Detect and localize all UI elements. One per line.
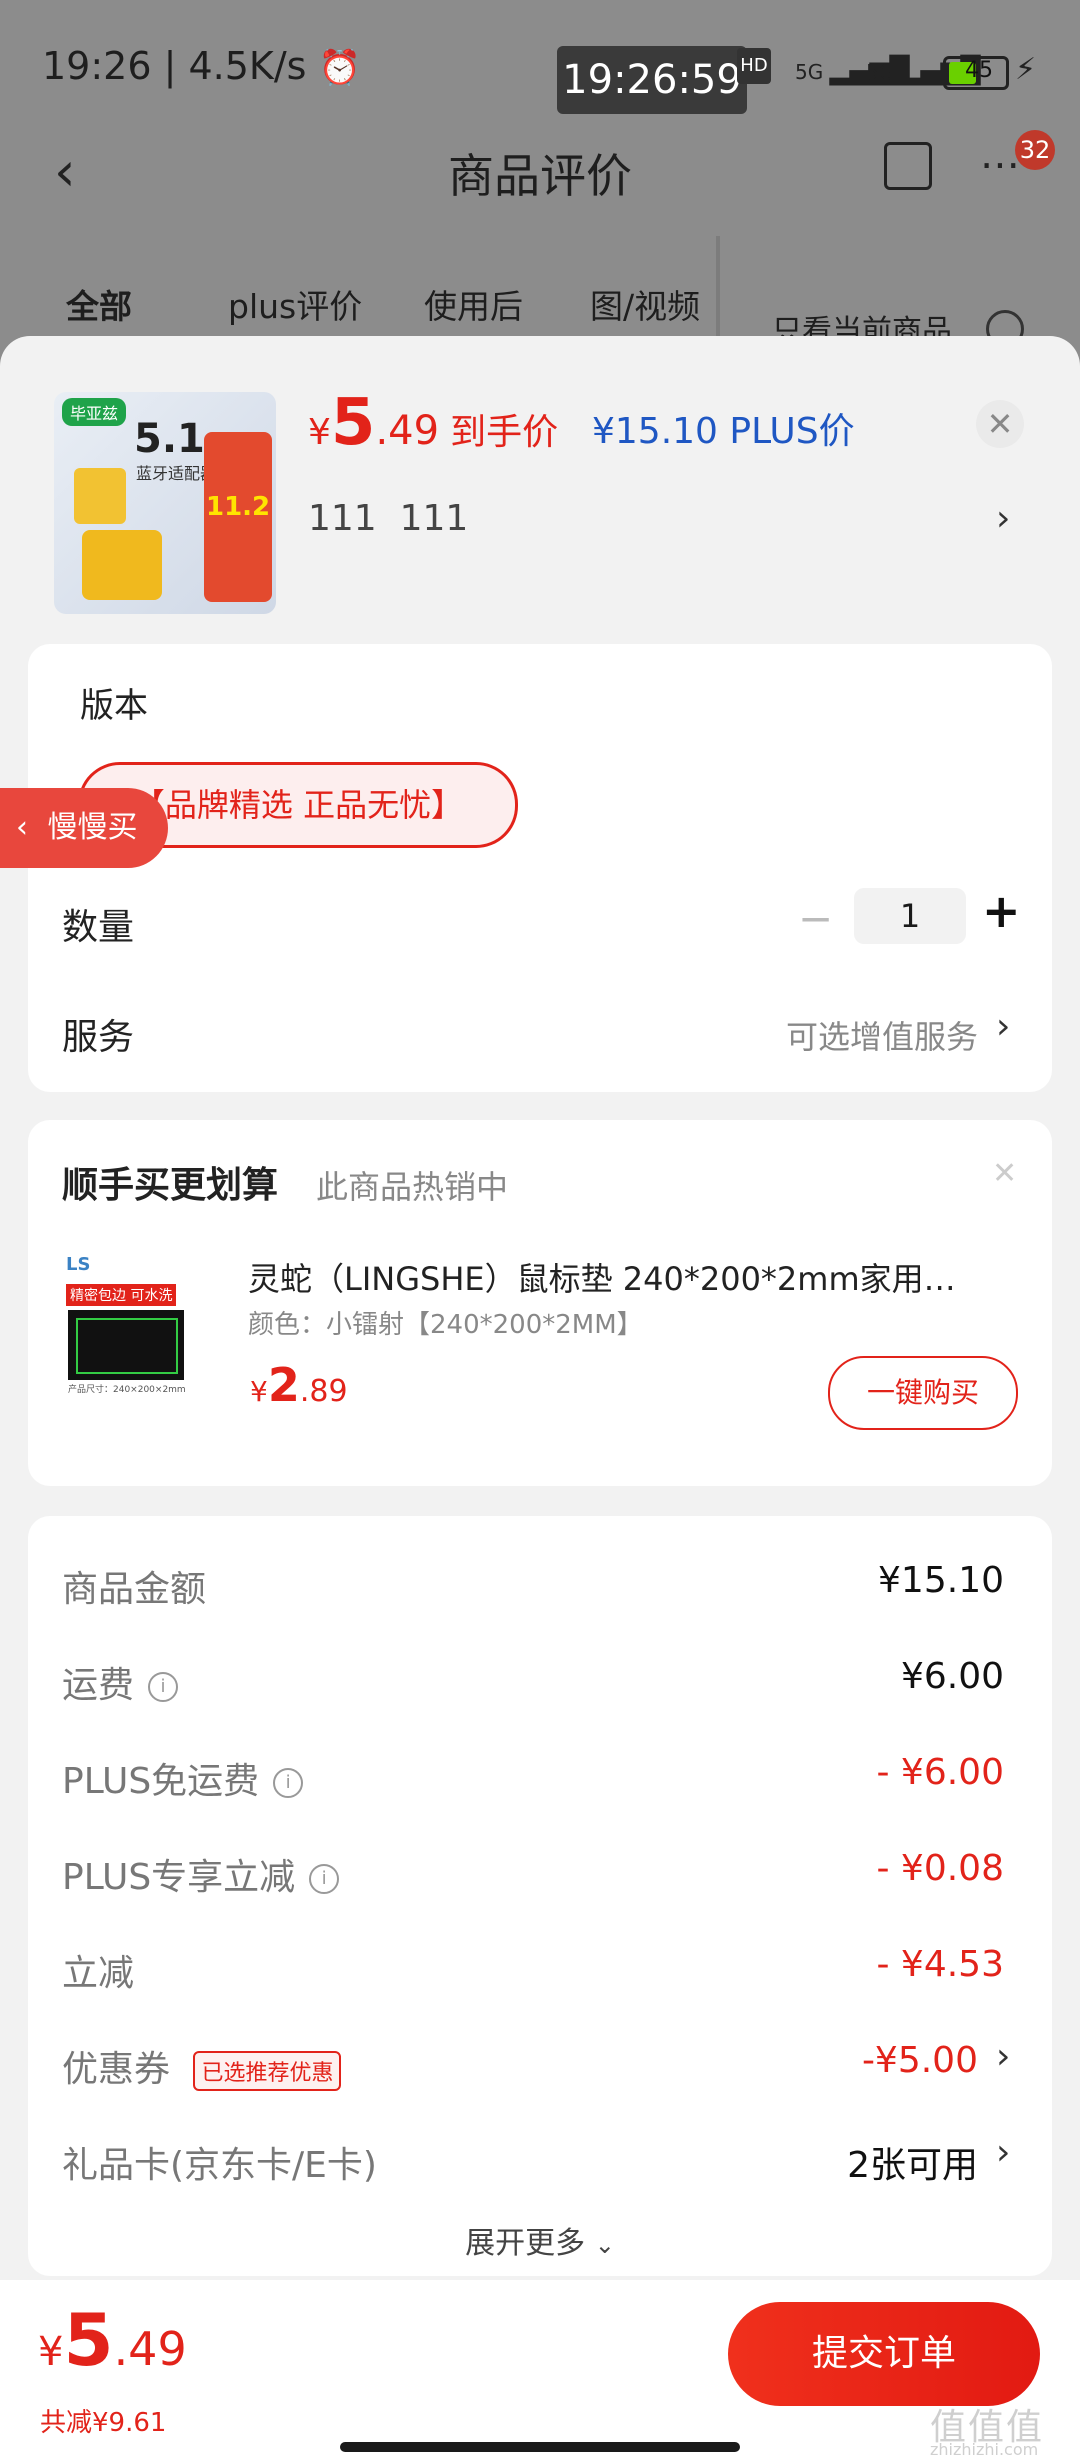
chevron-right-icon[interactable]: ›	[996, 2036, 1010, 2077]
row-goods-amount-label: 商品金额	[62, 1569, 207, 1610]
charging-icon: ⚡	[1015, 52, 1037, 87]
row-goods-amount-value: ¥15.10	[878, 1560, 1004, 1601]
row-plus-discount-value: - ¥0.08	[876, 1848, 1005, 1889]
clock-overlay: 19:26:59	[557, 46, 747, 114]
row-giftcard-value[interactable]: 2张可用	[847, 2136, 978, 2188]
row-instant-discount-value: - ¥4.53	[876, 1944, 1005, 1985]
selected-spec[interactable]: 111 111	[308, 498, 468, 539]
expand-more-button[interactable]: 展开更多 ⌄	[28, 2218, 1052, 2262]
row-shipping-value: ¥6.00	[900, 1656, 1004, 1697]
plus-price: ¥15.10 PLUS价	[592, 411, 855, 452]
more-icon[interactable]: ⋯	[980, 142, 1020, 188]
decrease-button[interactable]: −	[798, 894, 833, 943]
service-label: 服务	[62, 1017, 135, 1058]
addon-title: 顺手买更划算	[62, 1165, 279, 1206]
addon-subtitle: 此商品热销中	[316, 1168, 509, 1206]
submit-order-button[interactable]: 提交订单	[728, 2302, 1040, 2406]
chevron-right-icon[interactable]: ›	[996, 1006, 1010, 1047]
addon-thumbnail: LS 精密包边 可水洗 产品尺寸：240×200×2mm	[62, 1254, 188, 1395]
quantity-input[interactable]: 1	[854, 888, 966, 944]
quantity-label: 数量	[62, 907, 135, 948]
tab-all[interactable]: 全部	[66, 280, 132, 328]
chevron-right-icon[interactable]: ›	[996, 2132, 1010, 2173]
tab-divider	[716, 236, 720, 336]
coupon-tag: 已选推荐优惠	[193, 2051, 342, 2091]
options-card: 版本 【品牌精选 正品无忧】 数量 − 1 + 服务 可选增值服务 ›	[28, 644, 1052, 1092]
product-price: ¥5.49 到手价	[308, 386, 559, 460]
addon-price: ¥2.89	[250, 1358, 348, 1412]
row-instant-discount-label: 立减	[62, 1953, 135, 1994]
alarm-icon: ⏰	[318, 48, 361, 88]
service-value[interactable]: 可选增值服务	[786, 1012, 978, 1058]
close-icon[interactable]: ✕	[992, 1156, 1017, 1191]
addon-item-name[interactable]: 灵蛇（LINGSHE）鼠标垫 240*200*2mm家用…	[248, 1254, 1038, 1300]
info-icon[interactable]: i	[148, 1672, 179, 1702]
status-time: 19:26 | 4.5K/s ⏰	[42, 44, 361, 88]
addon-item-spec: 颜色：小镭射【240*200*2MM】	[248, 1310, 643, 1340]
home-indicator	[340, 2442, 740, 2452]
notification-badge: 32	[1015, 130, 1055, 170]
addon-card: 顺手买更划算 此商品热销中 ✕ LS 精密包边 可水洗 产品尺寸：240×200…	[28, 1120, 1052, 1486]
row-shipping-label: 运费 i	[62, 1656, 179, 1708]
total-saved: 共减¥9.61	[40, 2408, 167, 2438]
close-icon[interactable]: ✕	[976, 400, 1024, 448]
float-compare-tab[interactable]: ‹ 慢慢买	[0, 788, 168, 868]
share-icon[interactable]	[884, 142, 932, 190]
version-label: 版本	[80, 686, 148, 726]
row-coupon-value[interactable]: -¥5.00	[862, 2040, 978, 2081]
product-thumbnail: 毕亚兹 5.1 蓝牙适配器 11.2	[54, 392, 276, 614]
chevron-down-icon: ⌄	[594, 2231, 615, 2259]
checkout-bar: ¥5.49 共减¥9.61 提交订单 值值值 zhizhizhi.com	[0, 2280, 1080, 2460]
row-giftcard-label: 礼品卡(京东卡/E卡)	[62, 2145, 377, 2186]
watermark-url: zhizhizhi.com	[930, 2440, 1039, 2459]
chevron-right-icon[interactable]: ›	[996, 498, 1010, 539]
row-plus-free-shipping-value: - ¥6.00	[876, 1752, 1005, 1793]
chevron-left-icon: ‹	[16, 810, 28, 845]
total-price: ¥5.49	[38, 2298, 187, 2382]
price-summary-card: 商品金额 ¥15.10 运费 i ¥6.00 PLUS免运费 i - ¥6.00 P…	[28, 1516, 1052, 2276]
quick-buy-button[interactable]: 一键购买	[828, 1356, 1018, 1430]
tab-plus[interactable]: plus评价	[228, 280, 362, 328]
row-plus-discount-label: PLUS专享立减 i	[62, 1848, 340, 1900]
increase-button[interactable]: +	[982, 884, 1021, 938]
tab-media[interactable]: 图/视频	[590, 280, 700, 328]
row-plus-free-shipping-label: PLUS免运费 i	[62, 1752, 304, 1804]
battery-icon: 45	[943, 56, 1009, 90]
info-icon[interactable]: i	[273, 1768, 304, 1798]
purchase-sheet: 毕亚兹 5.1 蓝牙适配器 11.2 ¥5.49 到手价 ¥15.10 PLUS…	[0, 336, 1080, 2460]
row-coupon-label: 优惠券 已选推荐优惠	[62, 2040, 342, 2092]
info-icon[interactable]: i	[309, 1864, 340, 1894]
hd-icon: HD	[737, 48, 771, 84]
tab-after-use[interactable]: 使用后	[424, 280, 523, 328]
